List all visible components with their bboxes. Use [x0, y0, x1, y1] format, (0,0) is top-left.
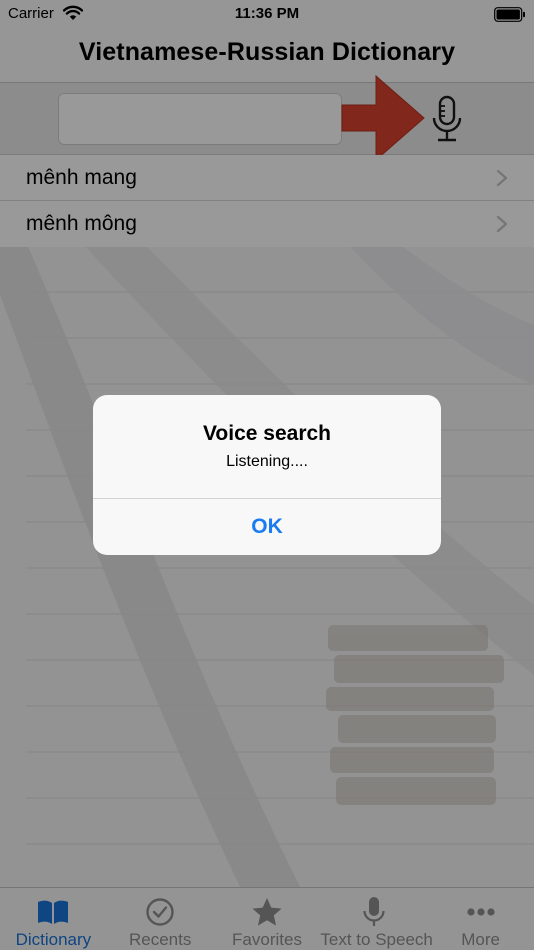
app-screen: Carrier 11:36 PM Vietnamese-Russian Dict… — [0, 0, 534, 950]
alert-title: Voice search — [202, 422, 332, 445]
ok-button[interactable]: OK — [93, 499, 441, 555]
alert-message: Listening.... — [226, 453, 308, 470]
voice-search-alert: Voice search Listening.... OK — [93, 395, 441, 555]
